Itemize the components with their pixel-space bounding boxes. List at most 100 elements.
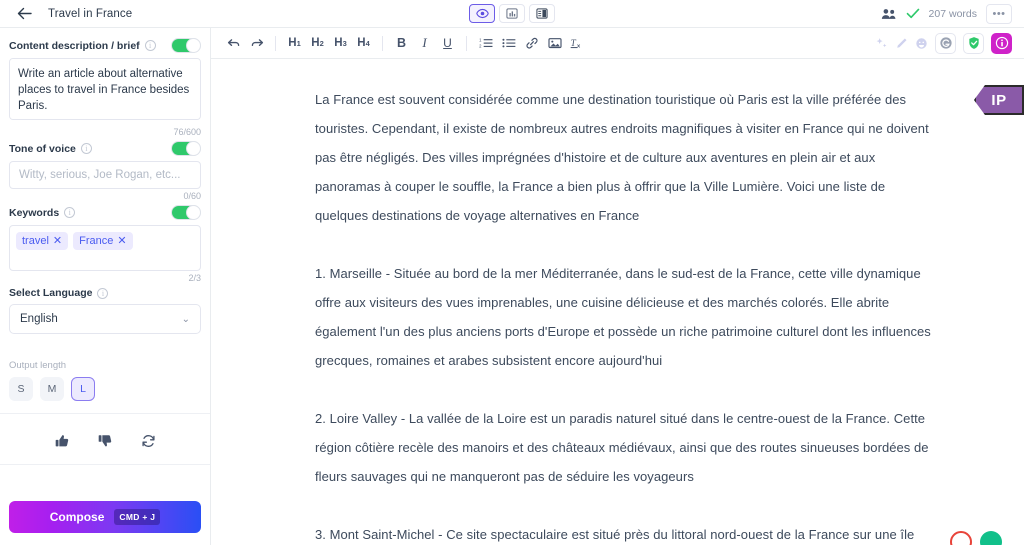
document-area[interactable]: La France est souvent considérée comme u… xyxy=(211,59,1024,545)
output-length-label: Output length xyxy=(9,360,67,371)
document-paragraph-text: 3. Mont Saint-Michel - Ce site spectacul… xyxy=(315,527,915,542)
field-language-label: Select Language xyxy=(9,287,93,299)
info-icon[interactable]: i xyxy=(80,143,92,154)
pencil-icon[interactable] xyxy=(895,37,908,50)
grammar-check-badge[interactable] xyxy=(935,32,956,54)
tone-counter: 0/60 xyxy=(183,191,201,201)
format-toolbar-right xyxy=(875,32,1012,54)
page-title: Travel in France xyxy=(48,7,133,20)
field-language: Select Language i English ⌄ xyxy=(9,287,201,334)
close-icon[interactable]: ✕ xyxy=(53,235,62,247)
image-icon[interactable] xyxy=(544,33,565,54)
info-icon[interactable]: i xyxy=(97,287,109,299)
saved-check-icon xyxy=(906,8,920,19)
field-brief-header: Content description / brief i xyxy=(9,38,201,53)
info-badge[interactable] xyxy=(991,32,1012,54)
keyword-chip-label: travel xyxy=(22,235,49,247)
bullet-list-icon[interactable] xyxy=(498,33,519,54)
collaborators-icon[interactable] xyxy=(881,8,897,20)
undo-icon[interactable] xyxy=(223,33,244,54)
field-brief: Content description / brief i 76/600 xyxy=(9,38,201,137)
divider xyxy=(382,35,383,51)
keyword-chip-label: France xyxy=(79,235,114,247)
field-tone-header: Tone of voice i xyxy=(9,141,201,156)
chevron-down-icon: ⌄ xyxy=(181,313,190,325)
field-tone-label: Tone of voice xyxy=(9,142,76,155)
svg-text:2: 2 xyxy=(479,44,482,49)
brief-textarea[interactable] xyxy=(9,58,201,120)
keyword-chip[interactable]: France ✕ xyxy=(73,232,133,250)
toggle-knob xyxy=(186,141,201,156)
view-mode-preview[interactable] xyxy=(469,4,495,23)
floating-badges xyxy=(950,531,1002,545)
editor-pane: H1 H2 H3 H4 B I U 1 2 T x IP La France e… xyxy=(211,28,1024,545)
link-icon[interactable] xyxy=(521,33,542,54)
document-paragraph: La France est souvent considérée comme u… xyxy=(315,92,929,223)
top-bar-right: 207 words ••• xyxy=(881,3,1014,24)
keywords-counter: 2/3 xyxy=(188,273,201,283)
output-length-m[interactable]: M xyxy=(40,377,64,401)
toggle-knob xyxy=(186,205,201,220)
bold-button[interactable]: B xyxy=(391,33,412,54)
sidebar-scroll: Content description / brief i 76/600 Ton… xyxy=(0,28,210,491)
compose-label: Compose xyxy=(49,510,105,524)
clear-format-button[interactable]: T x xyxy=(567,33,588,54)
view-mode-split[interactable] xyxy=(529,4,555,23)
info-icon[interactable]: i xyxy=(144,40,156,51)
field-keywords-label: Keywords xyxy=(9,206,60,219)
output-length-l[interactable]: L xyxy=(71,377,95,401)
field-language-header: Select Language i xyxy=(9,287,201,299)
keywords-box[interactable]: travel ✕ France ✕ xyxy=(9,225,201,271)
document-paragraph: 3. Mont Saint-Michel - Ce site spectacul… xyxy=(315,520,938,545)
output-length-s[interactable]: S xyxy=(9,377,33,401)
field-keywords-toggle[interactable] xyxy=(171,205,201,220)
top-bar: Travel in France 207 words ••• xyxy=(0,0,1024,28)
main-body: Content description / brief i 76/600 Ton… xyxy=(0,28,1024,545)
field-keywords: Keywords i travel ✕ France ✕ 2/3 xyxy=(9,205,201,283)
thumbs-down-icon[interactable] xyxy=(98,434,113,448)
heading-4-button[interactable]: H4 xyxy=(353,33,374,54)
divider xyxy=(466,35,467,51)
refresh-icon[interactable] xyxy=(141,434,156,448)
plagiarism-shield-badge[interactable] xyxy=(963,32,984,54)
word-count-label: 207 words xyxy=(928,7,977,20)
eye-icon xyxy=(475,8,489,19)
output-length-options: S M L xyxy=(9,377,201,401)
underline-button[interactable]: U xyxy=(437,33,458,54)
heading-2-button[interactable]: H2 xyxy=(307,33,328,54)
document-paragraph: 1. Marseille - Située au bord de la mer … xyxy=(315,266,931,368)
view-mode-switch xyxy=(469,4,555,23)
info-icon[interactable]: i xyxy=(64,207,76,218)
sidebar: Content description / brief i 76/600 Ton… xyxy=(0,28,211,545)
redo-icon[interactable] xyxy=(246,33,267,54)
more-options-button[interactable]: ••• xyxy=(986,3,1012,24)
italic-button[interactable]: I xyxy=(414,33,435,54)
toggle-knob xyxy=(186,38,201,53)
grammarly-badge[interactable] xyxy=(950,531,972,545)
tone-input[interactable] xyxy=(9,161,201,189)
smiley-icon[interactable] xyxy=(915,37,928,50)
field-output-length: Output length S M L xyxy=(9,352,201,401)
back-arrow-icon[interactable] xyxy=(14,4,34,24)
field-tone-toggle[interactable] xyxy=(171,141,201,156)
view-mode-analytics[interactable] xyxy=(499,4,525,23)
language-select[interactable]: English ⌄ xyxy=(9,304,201,334)
svg-text:T: T xyxy=(571,38,577,48)
ip-side-tab-label: IP xyxy=(991,91,1007,109)
ordered-list-icon[interactable]: 1 2 xyxy=(475,33,496,54)
chart-icon xyxy=(506,8,518,19)
close-icon[interactable]: ✕ xyxy=(117,235,126,247)
field-tone: Tone of voice i 0/60 xyxy=(9,141,201,201)
compose-button[interactable]: Compose CMD + J xyxy=(9,501,201,533)
sparkle-icon[interactable] xyxy=(875,37,888,50)
heading-3-button[interactable]: H3 xyxy=(330,33,351,54)
divider xyxy=(275,35,276,51)
field-brief-label: Content description / brief xyxy=(9,39,140,52)
assistant-badge[interactable] xyxy=(980,531,1002,545)
keyword-chip[interactable]: travel ✕ xyxy=(16,232,69,250)
heading-1-button[interactable]: H1 xyxy=(284,33,305,54)
field-brief-toggle[interactable] xyxy=(171,38,201,53)
thumbs-up-icon[interactable] xyxy=(55,434,70,448)
svg-text:x: x xyxy=(577,44,581,49)
feedback-row xyxy=(0,413,210,465)
